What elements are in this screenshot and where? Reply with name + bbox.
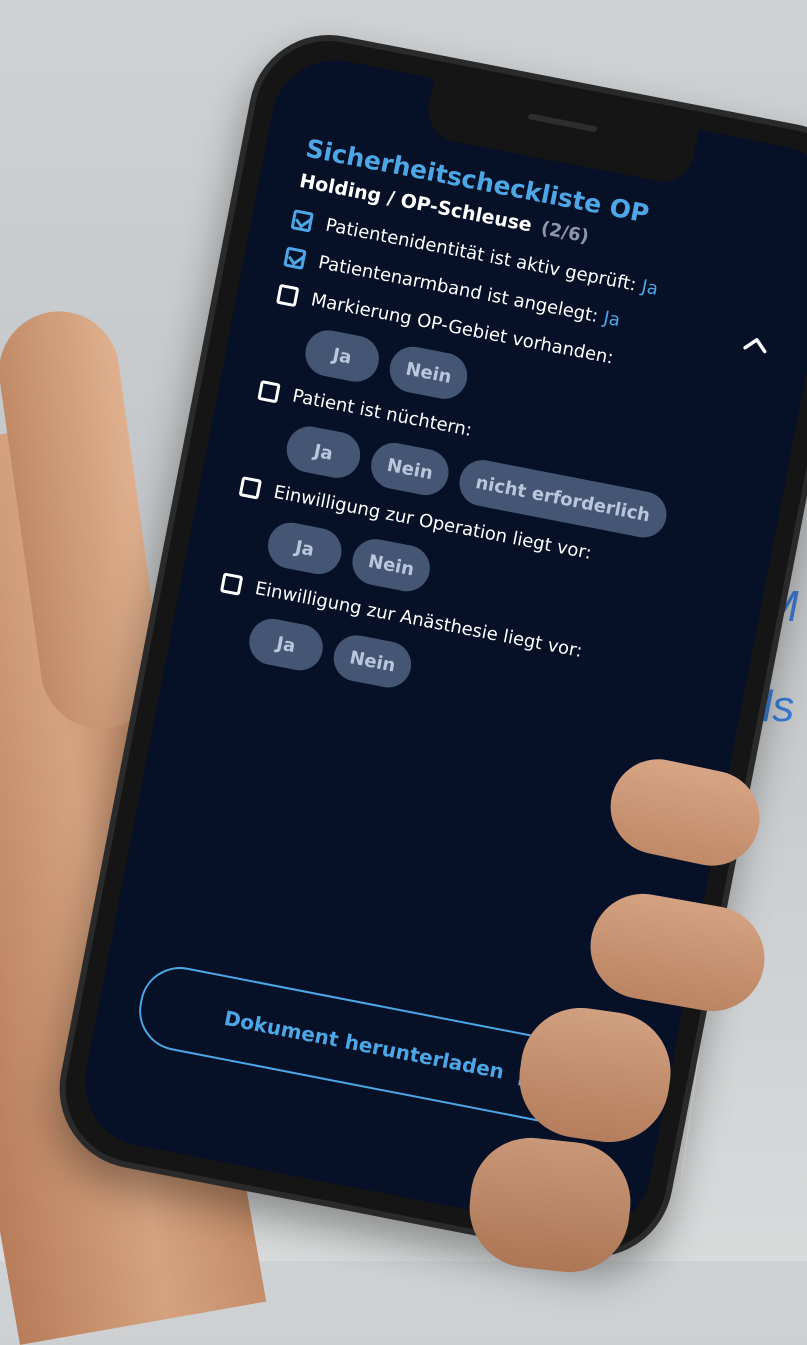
checkbox-unchecked[interactable] (275, 283, 300, 308)
option-chip[interactable]: Ja (245, 614, 327, 675)
checkbox-unchecked[interactable] (257, 379, 281, 404)
checklist-items: Patientenidentität ist aktiv geprüft: Ja P… (208, 207, 785, 748)
checklist-content: Sicherheitscheckliste OP Holding / OP-Sc… (205, 134, 799, 762)
option-chip[interactable]: Ja (301, 326, 383, 386)
checklist-item-answer[interactable]: Ja (640, 276, 660, 300)
checkbox-checked[interactable] (290, 209, 314, 233)
phone: Sicherheitscheckliste OP Holding / OP-Sc… (45, 21, 807, 1271)
option-chip[interactable]: Nein (385, 342, 472, 403)
checklist-item-answer[interactable]: Ja (602, 307, 622, 331)
option-chip[interactable]: Nein (367, 438, 453, 500)
checkbox-unchecked[interactable] (219, 572, 244, 596)
option-chip[interactable]: Nein (329, 631, 416, 692)
option-chip[interactable]: Ja (264, 518, 346, 579)
option-chip[interactable]: Nein (348, 535, 435, 596)
checkbox-unchecked[interactable] (238, 476, 263, 500)
speaker-grille (527, 113, 598, 133)
section-count: (2/6) (539, 217, 591, 248)
checkbox-checked[interactable] (283, 246, 307, 270)
download-label: Dokument herunterladen (222, 1005, 507, 1084)
option-chip[interactable]: Ja (282, 422, 365, 482)
